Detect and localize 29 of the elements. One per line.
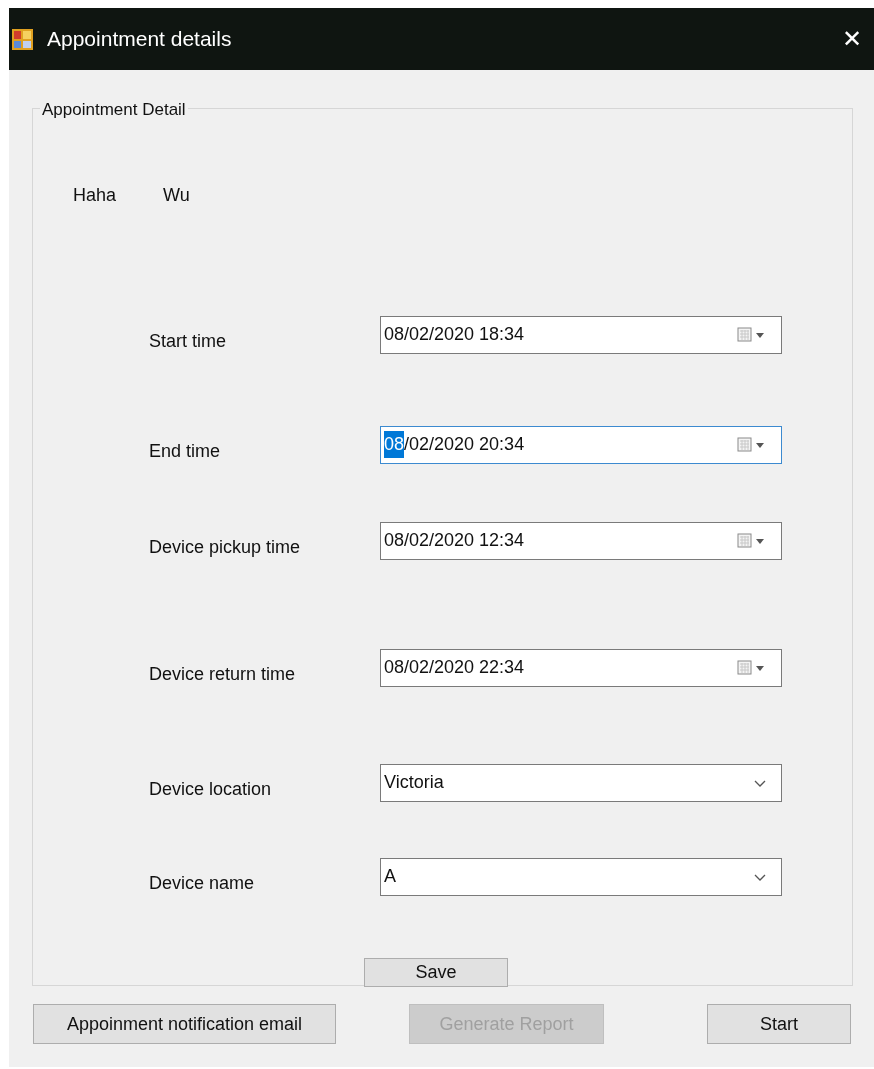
field-value: Victoria [384,771,444,794]
field-value: 08/02/2020 18:34 [384,323,525,346]
save-button[interactable]: Save [364,958,508,987]
calendar-dropdown-icon [737,326,767,343]
field-label: End time [149,440,222,463]
name-text: Wu [163,184,190,207]
field-label: Device return time [149,663,297,686]
calendar-dropdown-icon [737,436,767,453]
app-icon [12,28,33,50]
name-text: Haha [73,184,118,207]
field-label: Start time [149,330,228,353]
window-title: Appointment details [47,26,233,53]
dropdown-field[interactable]: Victoria [380,763,782,802]
date-time-field[interactable]: 08/02/2020 12:34 [380,521,782,560]
date-time-field[interactable]: 08/02/2020 18:34 [380,315,782,354]
calendar-dropdown-icon [737,532,767,549]
field-value: A [384,865,396,888]
field-value: 08/02/2020 22:34 [384,656,525,679]
field-label: Device pickup time [149,536,302,559]
field-value: 08/02/2020 12:34 [384,529,525,552]
field-label: Device location [149,778,273,801]
date-time-field[interactable]: 08/02/2020 22:34 [380,648,782,687]
calendar-dropdown-icon [737,659,767,676]
close-button[interactable]: ✕ [842,27,862,51]
field-label: Device name [149,872,256,895]
action-button[interactable]: Start [707,1004,851,1044]
action-button[interactable]: Appoinment notification email [33,1004,336,1044]
dropdown-field[interactable]: A [380,857,782,896]
field-value: /02/2020 20:34 [404,433,525,456]
